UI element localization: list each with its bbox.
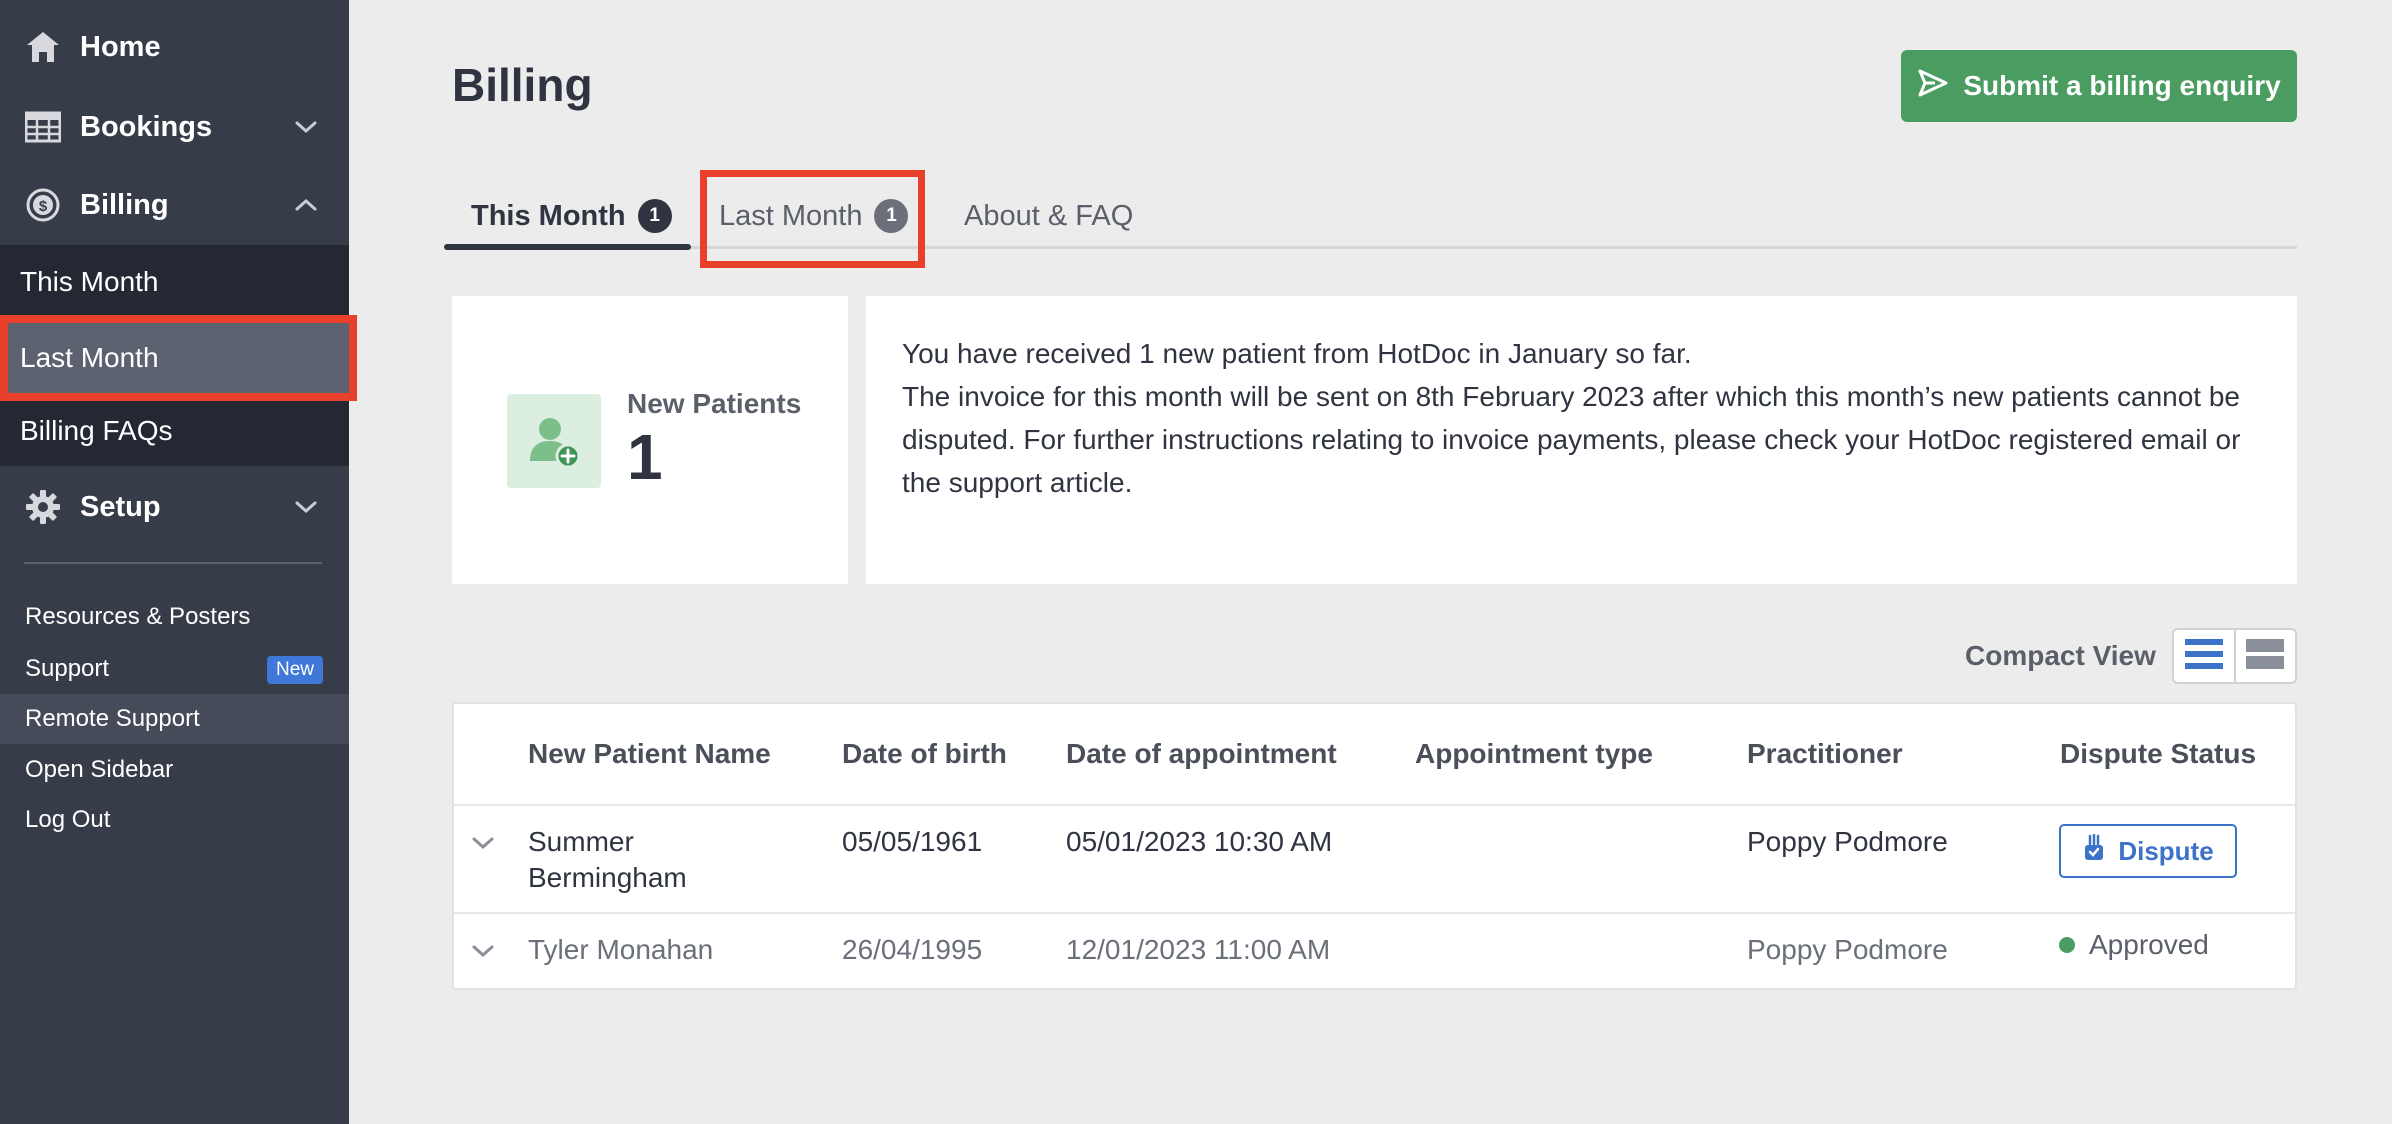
link-open-sidebar[interactable]: Open Sidebar xyxy=(0,745,349,795)
info-text-received: You have received 1 new patient from Hot… xyxy=(902,338,1692,369)
list-compact-icon xyxy=(2184,637,2224,676)
new-patients-count: 1 xyxy=(627,421,663,493)
patient-name: Summer Bermingham xyxy=(528,824,687,896)
dispute-button[interactable]: Dispute xyxy=(2059,824,2237,878)
link-support-label: Support xyxy=(25,655,110,682)
status-dot-icon xyxy=(2059,937,2075,953)
svg-text:$: $ xyxy=(39,198,48,215)
new-badge: New xyxy=(266,656,323,684)
chevron-down-icon xyxy=(293,114,319,140)
page-title: Billing xyxy=(452,59,593,111)
active-tab-indicator xyxy=(444,244,691,250)
date-of-birth: 05/05/1961 xyxy=(842,826,983,857)
link-support[interactable]: Support New xyxy=(0,644,349,694)
highlight-box xyxy=(700,170,925,268)
dollar-coin-icon: $ xyxy=(24,186,62,224)
invoice-info-card: You have received 1 new patient from Hot… xyxy=(866,296,2297,584)
sidebar-item-label: Setup xyxy=(80,490,161,523)
compact-view-button[interactable] xyxy=(2174,630,2236,682)
status-approved: Approved xyxy=(2059,929,2209,961)
tab-label: About & FAQ xyxy=(964,199,1134,232)
patient-name-line: Bermingham xyxy=(528,862,687,893)
dispute-hand-icon xyxy=(2082,833,2118,869)
practitioner-name: Poppy Podmore xyxy=(1747,826,1948,857)
list-expanded-icon xyxy=(2245,637,2285,676)
tab-count-badge: 1 xyxy=(637,199,672,233)
expanded-view-button[interactable] xyxy=(2236,630,2296,682)
send-icon xyxy=(1917,67,1963,106)
sidebar-item-label: Billing xyxy=(80,188,169,221)
expand-row-chevron-icon[interactable] xyxy=(468,828,498,858)
patient-name-line: Summer xyxy=(528,826,634,857)
new-patients-table: New Patient Name Date of birth Date of a… xyxy=(452,702,2297,990)
link-resources-posters[interactable]: Resources & Posters xyxy=(0,592,349,642)
column-header-practitioner: Practitioner xyxy=(1747,738,1903,769)
column-header-name: New Patient Name xyxy=(528,738,771,769)
appointment-datetime: 12/01/2023 11:00 AM xyxy=(1066,934,1331,965)
submenu-item-last-month[interactable]: Last Month xyxy=(0,315,357,401)
submit-billing-enquiry-button[interactable]: Submit a billing enquiry xyxy=(1901,50,2297,122)
add-patient-icon xyxy=(507,394,601,488)
sidebar-item-setup[interactable]: Setup xyxy=(0,460,349,554)
home-icon xyxy=(24,28,62,66)
link-remote-support[interactable]: Remote Support xyxy=(0,694,349,744)
submenu-item-billing-faqs[interactable]: Billing FAQs xyxy=(0,394,349,467)
sidebar-item-label: Home xyxy=(80,30,161,63)
compact-view-label: Compact View xyxy=(1965,640,2156,671)
billing-submenu: This Month Billing FAQs Last Month xyxy=(0,245,357,467)
sidebar: Home Bookings $ Billing This Month Billi… xyxy=(0,0,357,1124)
calendar-grid-icon xyxy=(24,108,62,146)
dispute-button-label: Dispute xyxy=(2118,835,2214,866)
expand-row-chevron-icon[interactable] xyxy=(468,936,498,966)
column-header-dispute-status: Dispute Status xyxy=(2060,738,2257,769)
chevron-down-icon xyxy=(293,494,319,520)
row-divider xyxy=(454,804,2295,806)
new-patients-label: New Patients xyxy=(627,388,802,419)
patient-name: Tyler Monahan xyxy=(528,934,714,965)
tab-label: This Month xyxy=(471,199,626,232)
sidebar-item-label: Bookings xyxy=(80,110,213,143)
column-header-dob: Date of birth xyxy=(842,738,1007,769)
tab-about-faq[interactable]: About & FAQ xyxy=(964,186,1133,246)
enquiry-button-label: Submit a billing enquiry xyxy=(1963,70,2281,101)
date-of-birth: 26/04/1995 xyxy=(842,934,983,965)
new-patients-card: New Patients 1 xyxy=(452,296,848,584)
link-log-out[interactable]: Log Out xyxy=(0,795,349,845)
practitioner-name: Poppy Podmore xyxy=(1747,934,1948,965)
column-header-appointment-type: Appointment type xyxy=(1415,738,1653,769)
tab-this-month[interactable]: This Month 1 xyxy=(471,186,672,246)
appointment-datetime: 05/01/2023 10:30 AM xyxy=(1066,826,1333,857)
status-label: Approved xyxy=(2089,929,2209,960)
column-header-appointment: Date of appointment xyxy=(1066,738,1337,769)
info-text-invoice: The invoice for this month will be sent … xyxy=(902,381,2241,498)
sidebar-divider xyxy=(24,562,322,564)
view-toggle xyxy=(2172,628,2297,684)
submenu-item-this-month[interactable]: This Month xyxy=(0,245,349,318)
chevron-up-icon xyxy=(293,192,319,218)
gear-icon xyxy=(24,488,62,526)
sidebar-item-billing[interactable]: $ Billing xyxy=(0,158,349,252)
row-divider xyxy=(454,912,2295,914)
